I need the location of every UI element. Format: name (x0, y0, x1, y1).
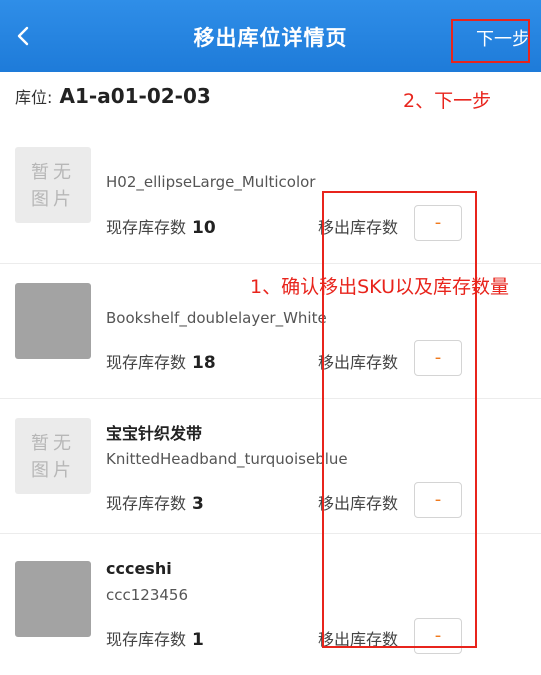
stock-label: 现存库存数 (106, 353, 187, 372)
stock-qty: 10 (192, 218, 216, 238)
stock-label: 现存库存数 (106, 494, 187, 513)
product-name: 宝宝针织发带 (106, 424, 203, 443)
product-name: ccceshi (106, 559, 172, 578)
stock-count: 现存库存数 10 (106, 214, 216, 238)
product-image (15, 561, 91, 637)
sku-code: ccc123456 (106, 586, 189, 604)
sku-code: H02_ellipseLarge_Multicolor (106, 173, 316, 191)
location-label: 库位: (15, 88, 53, 107)
stock-label: 现存库存数 (106, 630, 187, 649)
product-image (15, 283, 91, 359)
stock-count: 现存库存数 18 (106, 349, 216, 373)
image-placeholder: 暂无 图片 (15, 418, 91, 494)
annotation-step2: 2、下一步 (403, 90, 492, 112)
stock-qty: 1 (192, 630, 204, 650)
annotation-box-quantities (322, 191, 477, 648)
stock-qty: 18 (192, 353, 216, 373)
placeholder-text-line: 图片 (31, 189, 75, 210)
placeholder-text-line: 暂无 (31, 162, 75, 183)
stock-count: 现存库存数 1 (106, 626, 204, 650)
location-value: A1-a01-02-03 (59, 84, 211, 108)
annotation-box-next (451, 19, 530, 63)
sku-code: Bookshelf_doublelayer_White (106, 309, 327, 327)
stock-count: 现存库存数 3 (106, 490, 204, 514)
stock-label: 现存库存数 (106, 218, 187, 237)
placeholder-text-line: 暂无 (31, 433, 75, 454)
sku-code: KnittedHeadband_turquoiseblue (106, 450, 348, 468)
location-row: 库位: A1-a01-02-03 (15, 84, 211, 114)
annotation-step1: 1、确认移出SKU以及库存数量 (250, 276, 510, 298)
stock-qty: 3 (192, 494, 204, 514)
image-placeholder: 暂无 图片 (15, 147, 91, 223)
placeholder-text-line: 图片 (31, 460, 75, 481)
